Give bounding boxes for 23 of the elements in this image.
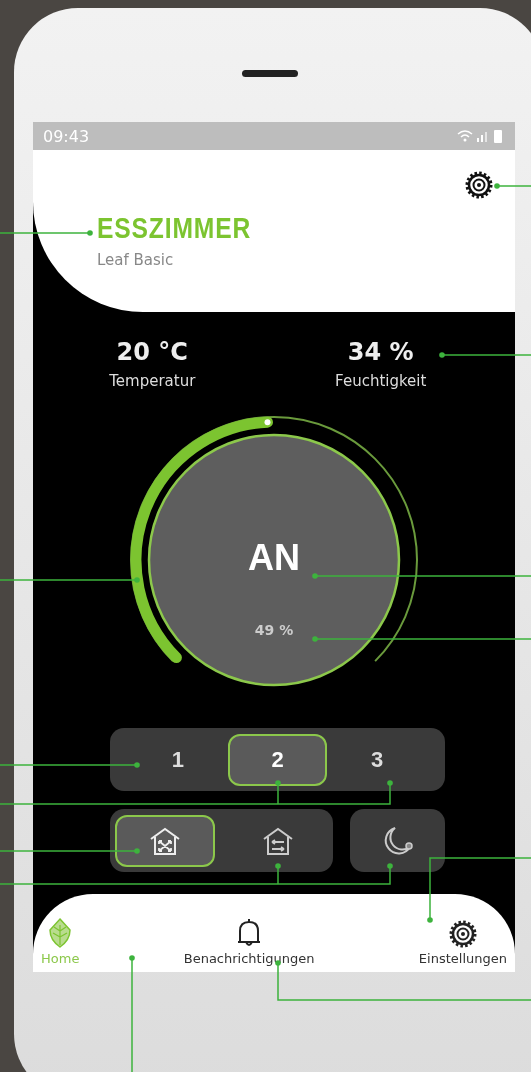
power-state: AN <box>248 537 300 578</box>
status-time: 09:43 <box>43 126 90 146</box>
speed-button[interactable]: 1 <box>128 733 228 786</box>
settings-icon[interactable] <box>464 170 494 200</box>
status-icons-icon <box>457 129 505 143</box>
level-reading: 49 % <box>254 622 294 638</box>
device-name: Leaf Basic <box>97 251 175 269</box>
room-title: ESSZIMMER <box>97 212 253 245</box>
speed-button[interactable]: 2 <box>227 733 328 786</box>
reading-value: 34 % <box>347 338 414 366</box>
leaf-icon <box>48 917 73 949</box>
reading-value: 20 °C <box>116 338 188 366</box>
speed-button[interactable]: 3 <box>327 733 427 786</box>
nav-item[interactable]: Einstellungen <box>418 919 507 966</box>
night-mode-button[interactable] <box>350 809 445 872</box>
power-dial[interactable] <box>147 433 401 687</box>
speaker-slot <box>242 70 298 77</box>
nav-item[interactable]: Benachrichtigungen <box>183 917 315 966</box>
reading-label: Feuchtigkeit <box>335 372 427 390</box>
mode-button[interactable] <box>115 814 215 867</box>
leader-line <box>494 183 531 189</box>
settings-icon <box>447 919 478 949</box>
reading-label: Temperatur <box>109 372 196 390</box>
